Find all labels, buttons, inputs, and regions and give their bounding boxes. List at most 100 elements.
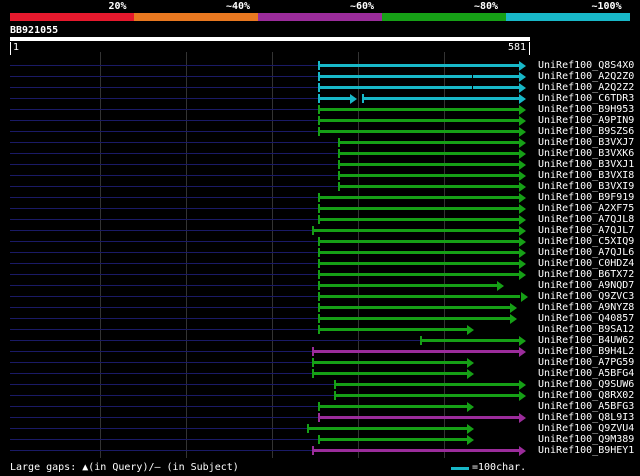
hit-row[interactable]: [10, 401, 530, 412]
legend-segment: [10, 13, 134, 21]
alignment-end-arrow: [519, 215, 526, 225]
hit-label[interactable]: UniRef100_A9NQD7: [538, 280, 634, 291]
hit-row[interactable]: [10, 247, 530, 258]
hit-row[interactable]: [10, 115, 530, 126]
hit-label[interactable]: UniRef100_A9NYZ8: [538, 302, 634, 313]
hit-label[interactable]: UniRef100_C6TDR3: [538, 93, 634, 104]
hit-row[interactable]: [10, 71, 530, 82]
alignment-end-arrow: [519, 193, 526, 203]
hit-row[interactable]: [10, 203, 530, 214]
hit-row[interactable]: [10, 434, 530, 445]
hit-label[interactable]: UniRef100_B9SA12: [538, 324, 634, 335]
hit-row[interactable]: [10, 159, 530, 170]
hit-label[interactable]: UniRef100_B3VXI8: [538, 170, 634, 181]
legend-label: ~100%: [591, 1, 622, 12]
alignment-end-arrow: [519, 182, 526, 192]
hit-row[interactable]: [10, 379, 530, 390]
unaligned-region: [10, 65, 318, 66]
unaligned-region: [10, 263, 318, 264]
hit-label[interactable]: UniRef100_B6TX72: [538, 269, 634, 280]
alignment-segment: [318, 295, 522, 298]
hit-row[interactable]: [10, 258, 530, 269]
unaligned-region: [10, 98, 318, 99]
hit-label[interactable]: UniRef100_B9HEY1: [538, 445, 634, 456]
hit-label[interactable]: UniRef100_B4UW62: [538, 335, 634, 346]
hit-label[interactable]: UniRef100_A7QJL6: [538, 247, 634, 258]
gap-legend: Large gaps: ▲(in Query)/– (in Subject): [10, 462, 239, 473]
alignment-end-arrow: [510, 314, 517, 324]
hit-row[interactable]: [10, 60, 530, 71]
hit-row[interactable]: [10, 148, 530, 159]
alignment-segment: [338, 185, 520, 188]
hit-label[interactable]: UniRef100_B3VXK6: [538, 148, 634, 159]
alignment-segment: [312, 350, 520, 353]
hit-row[interactable]: [10, 104, 530, 115]
hit-label[interactable]: UniRef100_B9F919: [538, 192, 634, 203]
hit-row[interactable]: [10, 269, 530, 280]
hit-row[interactable]: [10, 412, 530, 423]
hit-label[interactable]: UniRef100_A5BFG3: [538, 401, 634, 412]
unaligned-region: [10, 395, 334, 396]
hit-row[interactable]: [10, 214, 530, 225]
alignment-segment: [318, 328, 468, 331]
unaligned-region: [10, 329, 318, 330]
hit-label[interactable]: UniRef100_Q8S4X0: [538, 60, 634, 71]
hit-row[interactable]: [10, 335, 530, 346]
hit-label[interactable]: UniRef100_A7PG59: [538, 357, 634, 368]
hit-row[interactable]: [10, 313, 530, 324]
hit-label[interactable]: UniRef100_B3VXJ7: [538, 137, 634, 148]
hit-label[interactable]: UniRef100_A5BFG4: [538, 368, 634, 379]
alignment-end-arrow: [497, 281, 504, 291]
hit-label[interactable]: UniRef100_Q40857: [538, 313, 634, 324]
hit-label[interactable]: UniRef100_A2Q2Z2: [538, 82, 634, 93]
hit-row[interactable]: [10, 346, 530, 357]
unaligned-region: [10, 252, 318, 253]
hit-label[interactable]: UniRef100_B9SZS6: [538, 126, 634, 137]
hit-row[interactable]: [10, 181, 530, 192]
hit-label[interactable]: UniRef100_Q9SUW6: [538, 379, 634, 390]
unaligned-region: [10, 318, 318, 319]
hit-row[interactable]: [10, 82, 530, 93]
hit-label[interactable]: UniRef100_Q9ZVU4: [538, 423, 634, 434]
hit-label[interactable]: UniRef100_A2Q2Z0: [538, 71, 634, 82]
hit-label[interactable]: UniRef100_Q8L9I3: [538, 412, 634, 423]
unaligned-region: [10, 120, 318, 121]
hit-label[interactable]: UniRef100_A2XF75: [538, 203, 634, 214]
hit-row[interactable]: [10, 93, 530, 104]
hit-row[interactable]: [10, 280, 530, 291]
hit-row[interactable]: [10, 324, 530, 335]
hit-row[interactable]: [10, 236, 530, 247]
hit-row[interactable]: [10, 192, 530, 203]
hit-label[interactable]: UniRef100_B9H4L2: [538, 346, 634, 357]
hit-label[interactable]: UniRef100_C5XIQ9: [538, 236, 634, 247]
hit-label[interactable]: UniRef100_Q9ZVC3: [538, 291, 634, 302]
hit-row[interactable]: [10, 137, 530, 148]
legend-segment: [506, 13, 630, 21]
hit-label[interactable]: UniRef100_B3VXJ1: [538, 159, 634, 170]
alignment-segment: [318, 317, 511, 320]
unaligned-region: [10, 186, 338, 187]
hit-row[interactable]: [10, 302, 530, 313]
hit-row[interactable]: [10, 225, 530, 236]
hit-label[interactable]: UniRef100_A9PIN9: [538, 115, 634, 126]
scale-end-label: 581: [508, 42, 527, 53]
hit-row[interactable]: [10, 423, 530, 434]
hit-label[interactable]: UniRef100_B3VXI9: [538, 181, 634, 192]
hit-row[interactable]: [10, 126, 530, 137]
hit-label[interactable]: UniRef100_Q9M389: [538, 434, 634, 445]
hit-row[interactable]: [10, 357, 530, 368]
alignment-end-arrow: [519, 160, 526, 170]
query-sequence-bar: [10, 37, 530, 41]
hit-row[interactable]: [10, 368, 530, 379]
hit-label[interactable]: UniRef100_B9H953: [538, 104, 634, 115]
hit-label[interactable]: UniRef100_A7QJL7: [538, 225, 634, 236]
hit-label[interactable]: UniRef100_A7QJL8: [538, 214, 634, 225]
hit-label[interactable]: UniRef100_C0HDZ4: [538, 258, 634, 269]
alignment-segment: [318, 97, 350, 100]
hit-label[interactable]: UniRef100_Q8RX02: [538, 390, 634, 401]
hit-row[interactable]: [10, 291, 530, 302]
alignment-end-arrow: [467, 369, 474, 379]
hit-row[interactable]: [10, 445, 530, 456]
hit-row[interactable]: [10, 170, 530, 181]
hit-row[interactable]: [10, 390, 530, 401]
